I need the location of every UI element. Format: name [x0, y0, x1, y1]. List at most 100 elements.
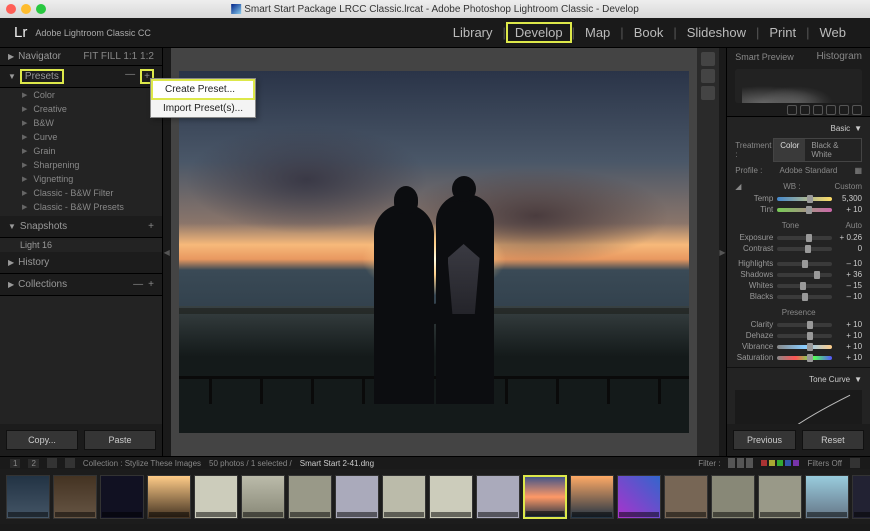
filmstrip[interactable]	[0, 469, 870, 524]
minimize-window-button[interactable]	[21, 4, 31, 14]
preview-image[interactable]	[179, 71, 689, 433]
presets-panel-header[interactable]: ▼Presets—+	[0, 66, 162, 88]
thumbnail[interactable]	[758, 475, 802, 519]
presets-minus-icon[interactable]: —	[125, 69, 135, 84]
filter-lock-icon[interactable]	[850, 458, 860, 468]
preset-group[interactable]: ▶Classic - B&W Presets	[0, 200, 162, 214]
dehaze-slider[interactable]	[777, 334, 832, 338]
module-map[interactable]: Map	[575, 25, 620, 40]
vibrance-slider[interactable]	[777, 345, 832, 349]
contrast-slider[interactable]	[777, 247, 832, 251]
preset-group[interactable]: ▶B&W	[0, 116, 162, 130]
crop-tool-icon[interactable]	[787, 105, 797, 115]
screen-mode-icon[interactable]: 2	[28, 459, 38, 468]
history-panel-header[interactable]: ▶History	[0, 252, 162, 274]
module-web[interactable]: Web	[810, 25, 857, 40]
module-book[interactable]: Book	[624, 25, 674, 40]
auto-tone-button[interactable]: Auto	[846, 221, 862, 230]
clarity-slider[interactable]	[777, 323, 832, 327]
screen-mode-icon[interactable]: 1	[10, 459, 20, 468]
preset-group[interactable]: ▶Sharpening	[0, 158, 162, 172]
menu-import-preset[interactable]: Import Preset(s)...	[151, 100, 255, 117]
sort-icon[interactable]	[65, 458, 75, 468]
preset-group[interactable]: ▶Curve	[0, 130, 162, 144]
tint-slider[interactable]	[777, 208, 832, 212]
thumbnail[interactable]	[805, 475, 849, 519]
color-filter-blue[interactable]	[785, 460, 791, 466]
profile-grid-icon[interactable]: ▦	[854, 166, 862, 175]
thumbnail[interactable]	[53, 475, 97, 519]
thumbnail[interactable]	[476, 475, 520, 519]
tone-curve[interactable]	[735, 390, 862, 424]
flag-filter-icon[interactable]	[728, 458, 735, 468]
flag-filter-icon[interactable]	[737, 458, 744, 468]
menu-create-preset[interactable]: Create Preset...	[151, 79, 255, 100]
soft-proof-icon[interactable]	[701, 86, 715, 100]
thumbnail[interactable]	[335, 475, 379, 519]
histogram[interactable]	[727, 65, 870, 117]
histogram-label[interactable]: Histogram	[816, 51, 862, 62]
highlights-slider[interactable]	[777, 262, 832, 266]
thumbnail[interactable]	[6, 475, 50, 519]
profile-dropdown[interactable]: Adobe Standard	[780, 166, 838, 175]
snapshot-item[interactable]: Light 16	[0, 238, 162, 252]
temp-slider[interactable]	[777, 197, 832, 201]
color-filter-green[interactable]	[777, 460, 783, 466]
right-panel-collapse[interactable]: ▶	[719, 48, 727, 456]
thumbnail[interactable]	[194, 475, 238, 519]
collections-panel-header[interactable]: ▶Collections—+	[0, 274, 162, 296]
module-slideshow[interactable]: Slideshow	[677, 25, 756, 40]
loupe-view-icon[interactable]	[701, 52, 715, 66]
shadows-slider[interactable]	[777, 273, 832, 277]
thumbnail-selected[interactable]	[523, 475, 567, 519]
blacks-slider[interactable]	[777, 295, 832, 299]
snapshots-panel-header[interactable]: ▼Snapshots+	[0, 216, 162, 238]
color-filter-yellow[interactable]	[769, 460, 775, 466]
thumbnail[interactable]	[617, 475, 661, 519]
paste-button[interactable]: Paste	[84, 430, 156, 450]
thumbnail[interactable]	[852, 475, 870, 519]
brush-tool-icon[interactable]	[852, 105, 862, 115]
whites-slider[interactable]	[777, 284, 832, 288]
spot-tool-icon[interactable]	[800, 105, 810, 115]
color-filter-purple[interactable]	[793, 460, 799, 466]
module-develop[interactable]: Develop	[506, 22, 572, 43]
reset-button[interactable]: Reset	[802, 430, 864, 450]
gradient-tool-icon[interactable]	[826, 105, 836, 115]
thumbnail[interactable]	[570, 475, 614, 519]
wb-dropdown[interactable]: Custom	[834, 182, 862, 191]
thumbnail[interactable]	[100, 475, 144, 519]
treatment-toggle[interactable]: ColorBlack & White	[773, 138, 862, 162]
color-filter-red[interactable]	[761, 460, 767, 466]
navigator-panel-header[interactable]: ▶NavigatorFIT FILL 1:1 1:2	[0, 48, 162, 66]
flag-filter-icon[interactable]	[746, 458, 753, 468]
preset-group[interactable]: ▶Creative	[0, 102, 162, 116]
redeye-tool-icon[interactable]	[813, 105, 823, 115]
thumbnail[interactable]	[429, 475, 473, 519]
thumbnail[interactable]	[711, 475, 755, 519]
before-after-icon[interactable]	[701, 69, 715, 83]
filters-off-label[interactable]: Filters Off	[807, 459, 842, 468]
exposure-slider[interactable]	[777, 236, 832, 240]
thumbnail[interactable]	[664, 475, 708, 519]
thumbnail[interactable]	[147, 475, 191, 519]
preset-group[interactable]: ▶Grain	[0, 144, 162, 158]
tonecurve-panel-header[interactable]: Tone Curve▼	[735, 372, 862, 387]
thumbnail[interactable]	[241, 475, 285, 519]
maximize-window-button[interactable]	[36, 4, 46, 14]
preset-group[interactable]: ▶Vignetting	[0, 172, 162, 186]
app-logo: LrAdobe Lightroom Classic CC	[14, 24, 151, 41]
module-library[interactable]: Library	[443, 25, 503, 40]
preset-group[interactable]: ▶Classic - B&W Filter	[0, 186, 162, 200]
basic-panel-header[interactable]: Basic▼	[735, 121, 862, 136]
thumbnail[interactable]	[382, 475, 426, 519]
copy-button[interactable]: Copy...	[6, 430, 78, 450]
grid-icon[interactable]	[47, 458, 57, 468]
preset-group[interactable]: ▶Color	[0, 88, 162, 102]
radial-tool-icon[interactable]	[839, 105, 849, 115]
previous-button[interactable]: Previous	[733, 430, 795, 450]
thumbnail[interactable]	[288, 475, 332, 519]
module-print[interactable]: Print	[759, 25, 806, 40]
saturation-slider[interactable]	[777, 356, 832, 360]
close-window-button[interactable]	[6, 4, 16, 14]
